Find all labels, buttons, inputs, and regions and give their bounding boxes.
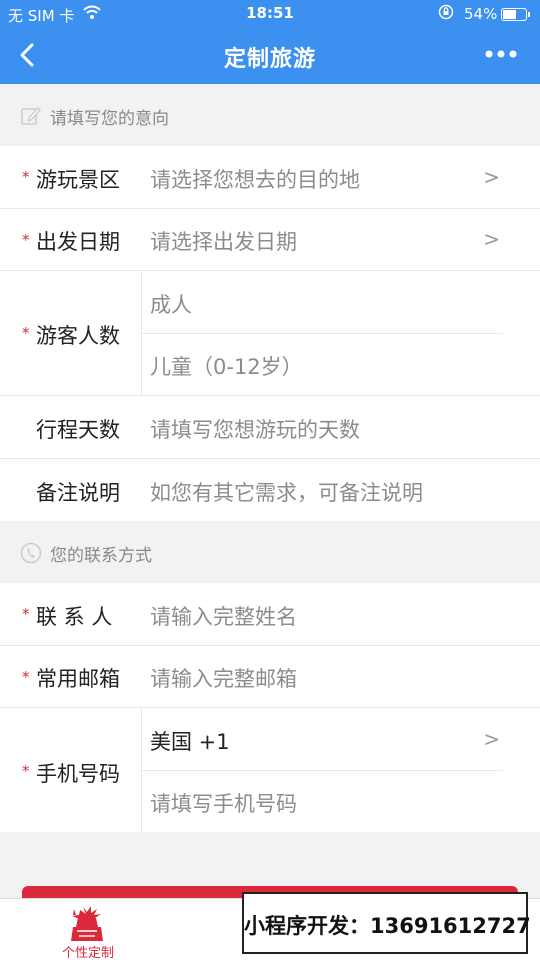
section-title: 您的联系方式 <box>50 546 152 566</box>
email-label: 常用邮箱 <box>36 667 120 691</box>
promo-text: 小程序开发：13691612727 <box>244 914 531 938</box>
contact-name-label: 联 系 人 <box>36 605 113 629</box>
email-input[interactable]: 请输入完整邮箱 <box>150 663 297 693</box>
trip-days-input[interactable]: 请填写您想游玩的天数 <box>150 414 360 444</box>
clock: 18:51 <box>246 4 294 22</box>
section-title: 请填写您的意向 <box>50 109 169 129</box>
required-mark: * <box>22 605 30 623</box>
country-code-select[interactable]: 美国 +1 <box>150 726 230 756</box>
section-header-intent: 请填写您的意向 <box>0 84 540 146</box>
required-mark: * <box>22 668 30 686</box>
chevron-right-icon[interactable]: > <box>483 227 500 251</box>
orientation-lock-icon <box>438 4 454 20</box>
divider <box>141 333 503 334</box>
battery-icon <box>501 8 530 21</box>
scenic-area-placeholder[interactable]: 请选择您想去的目的地 <box>150 164 360 194</box>
status-bar: 无 SIM 卡 18:51 54% <box>0 0 540 28</box>
chevron-right-icon[interactable]: > <box>483 727 500 751</box>
trip-days-label: 行程天数 <box>36 418 120 442</box>
contact-name-input[interactable]: 请输入完整姓名 <box>150 601 297 631</box>
required-mark: * <box>22 231 30 249</box>
trip-days-field[interactable]: 行程天数 请填写您想游玩的天数 <box>0 396 540 459</box>
more-options-icon[interactable] <box>484 44 518 64</box>
notes-input[interactable]: 如您有其它需求，可备注说明 <box>150 477 423 507</box>
required-mark: * <box>22 762 30 780</box>
tab-custom-label[interactable]: 个性定制 <box>62 942 114 960</box>
phone-label: 手机号码 <box>36 762 120 786</box>
adult-count-input[interactable]: 成人 <box>150 289 192 319</box>
scenic-area-label: 游玩景区 <box>36 168 120 192</box>
chevron-right-icon[interactable]: > <box>483 165 500 189</box>
edit-note-icon <box>21 106 41 125</box>
email-field[interactable]: * 常用邮箱 请输入完整邮箱 <box>0 646 540 708</box>
travelers-label: 游客人数 <box>36 324 120 348</box>
departure-date-field[interactable]: * 出发日期 请选择出发日期 > <box>0 209 540 271</box>
statue-of-liberty-icon[interactable] <box>64 905 108 941</box>
notes-field[interactable]: 备注说明 如您有其它需求，可备注说明 <box>0 459 540 521</box>
phone-field: * 手机号码 美国 +1 > 请填写手机号码 <box>0 708 540 832</box>
divider <box>141 770 503 771</box>
child-count-input[interactable]: 儿童（0-12岁） <box>150 351 303 381</box>
departure-date-label: 出发日期 <box>36 230 120 254</box>
required-mark: * <box>22 324 30 342</box>
battery-percent: 54% <box>464 5 498 23</box>
phone-icon <box>20 542 42 564</box>
phone-number-input[interactable]: 请填写手机号码 <box>150 788 297 818</box>
scenic-area-field[interactable]: * 游玩景区 请选择您想去的目的地 > <box>0 146 540 209</box>
section-header-contact: 您的联系方式 <box>0 521 540 583</box>
contact-name-field[interactable]: * 联 系 人 请输入完整姓名 <box>0 583 540 646</box>
notes-label: 备注说明 <box>36 481 120 505</box>
page-title: 定制旅游 <box>223 47 316 72</box>
travelers-field: * 游客人数 成人 儿童（0-12岁） <box>0 271 540 396</box>
nav-bar: 定制旅游 <box>0 28 540 84</box>
required-mark: * <box>22 168 30 186</box>
promo-banner: 小程序开发：13691612727 <box>242 892 531 954</box>
departure-date-placeholder[interactable]: 请选择出发日期 <box>150 226 297 256</box>
